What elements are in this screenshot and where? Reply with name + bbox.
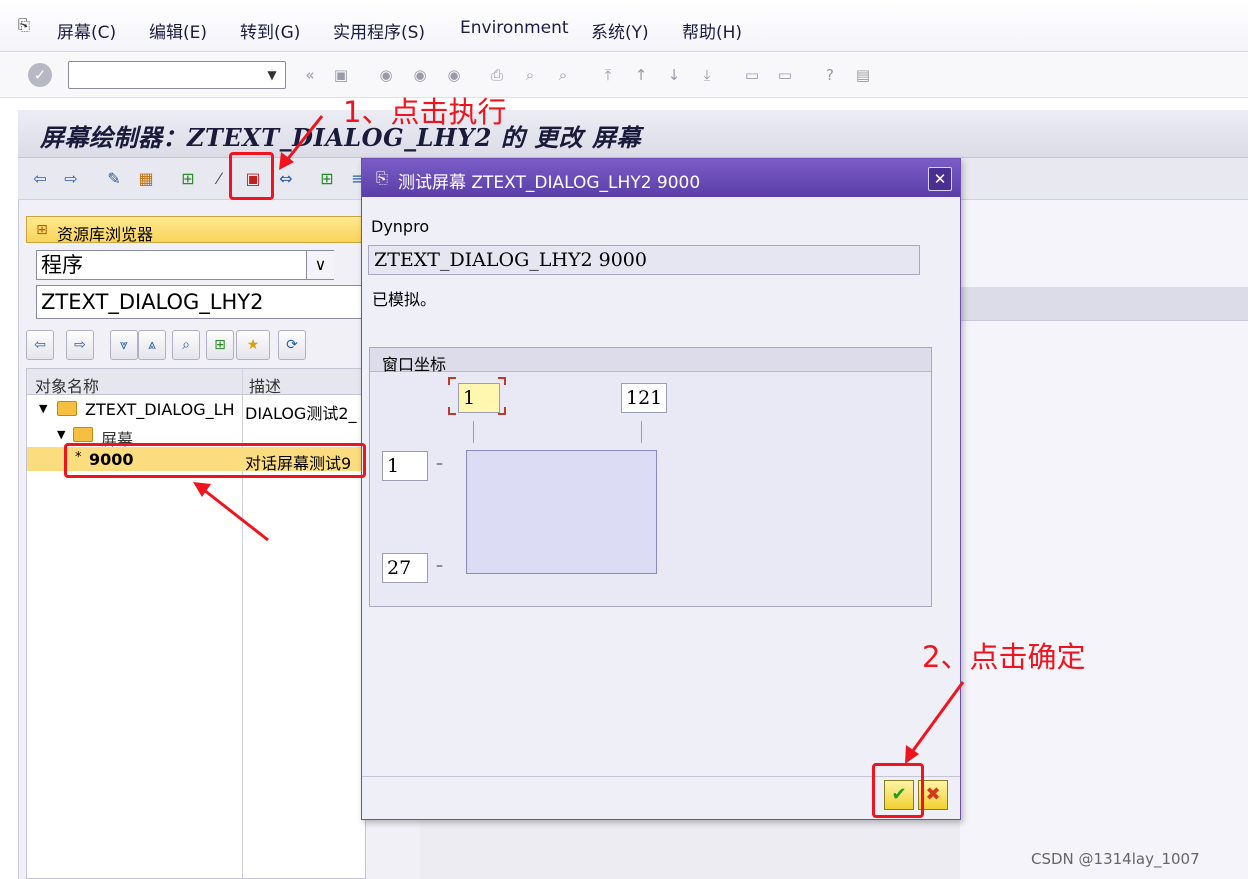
- arrow-to-row: [203, 488, 269, 542]
- arrow-head-confirm: [905, 745, 919, 764]
- arrow-to-execute: [285, 115, 324, 161]
- watermark: CSDN @1314lay_1007: [1031, 850, 1200, 868]
- annotation-arrows: [193, 115, 965, 764]
- arrow-to-confirm: [910, 681, 965, 753]
